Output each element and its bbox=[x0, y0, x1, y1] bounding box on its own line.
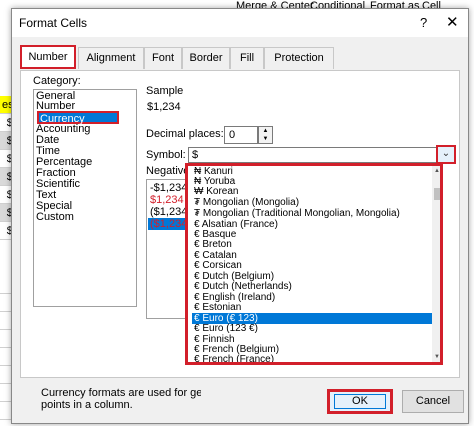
decimal-places-input[interactable]: 0 bbox=[224, 126, 258, 144]
category-item-custom[interactable]: Custom bbox=[36, 212, 74, 223]
close-icon[interactable]: ✕ bbox=[446, 13, 459, 31]
category-list[interactable]: General Number Currency Accounting Date … bbox=[33, 89, 137, 307]
sample-value: $1,234 bbox=[147, 101, 181, 113]
symbol-label: Symbol: bbox=[146, 149, 186, 161]
symbol-option[interactable]: € French (France) bbox=[192, 354, 434, 362]
scroll-thumb[interactable] bbox=[434, 188, 440, 200]
negative-format-item[interactable]: -$1,234 bbox=[150, 182, 187, 194]
description-line: points in a column. bbox=[41, 399, 133, 411]
help-button[interactable]: ? bbox=[420, 15, 427, 30]
dropdown-scrollbar[interactable]: ▲ ▼ bbox=[432, 166, 440, 362]
tab-font[interactable]: Font bbox=[144, 47, 182, 69]
tab-alignment[interactable]: Alignment bbox=[78, 47, 144, 69]
dialog-title: Format Cells bbox=[19, 16, 88, 30]
symbol-option[interactable]: € Corsican bbox=[192, 260, 434, 271]
sample-label: Sample bbox=[146, 85, 184, 97]
decimal-spinner[interactable]: ▲ ▼ bbox=[258, 126, 273, 144]
tab-protection[interactable]: Protection bbox=[264, 47, 334, 69]
tab-number[interactable]: Number bbox=[20, 45, 76, 69]
symbol-option[interactable]: ₮ Mongolian (Mongolia) bbox=[192, 197, 434, 208]
ok-focus-ring bbox=[334, 394, 386, 409]
ok-button[interactable]: OK bbox=[327, 389, 393, 414]
format-cells-dialog: Format Cells ? ✕ Number Alignment Font B… bbox=[11, 8, 469, 424]
symbol-dropdown-list[interactable]: ₦ Kanuri ₦ Yoruba ₩ Korean ₮ Mongolian (… bbox=[185, 163, 443, 365]
cancel-button[interactable]: Cancel bbox=[402, 390, 464, 413]
scroll-up-icon[interactable]: ▲ bbox=[432, 166, 440, 176]
symbol-select[interactable]: $ bbox=[188, 147, 452, 163]
scroll-down-icon[interactable]: ▼ bbox=[432, 352, 440, 362]
symbol-option[interactable]: ₮ Mongolian (Traditional Mongolian, Mong… bbox=[192, 208, 434, 219]
description-line: Currency formats are used for gene bbox=[41, 387, 201, 399]
symbol-option[interactable]: € Dutch (Netherlands) bbox=[192, 281, 434, 292]
decimal-places-label: Decimal places: bbox=[146, 128, 224, 140]
dialog-titlebar[interactable]: Format Cells ? ✕ bbox=[12, 9, 468, 37]
symbol-option[interactable]: ₩ Korean bbox=[192, 186, 434, 197]
tab-fill[interactable]: Fill bbox=[230, 47, 264, 69]
symbol-option[interactable]: € Estonian bbox=[192, 302, 434, 313]
symbol-option[interactable]: € Euro (123 €) bbox=[192, 323, 434, 334]
negative-numbers-label: Negative bbox=[146, 165, 190, 177]
symbol-option[interactable]: € Breton bbox=[192, 239, 434, 250]
currency-description: Currency formats are used for gene point… bbox=[41, 387, 201, 411]
tab-border[interactable]: Border bbox=[182, 47, 230, 69]
category-label: Category: bbox=[33, 75, 81, 87]
negative-format-item[interactable]: $1,234 bbox=[150, 194, 184, 206]
chevron-down-icon[interactable]: ⌄ bbox=[436, 145, 456, 164]
